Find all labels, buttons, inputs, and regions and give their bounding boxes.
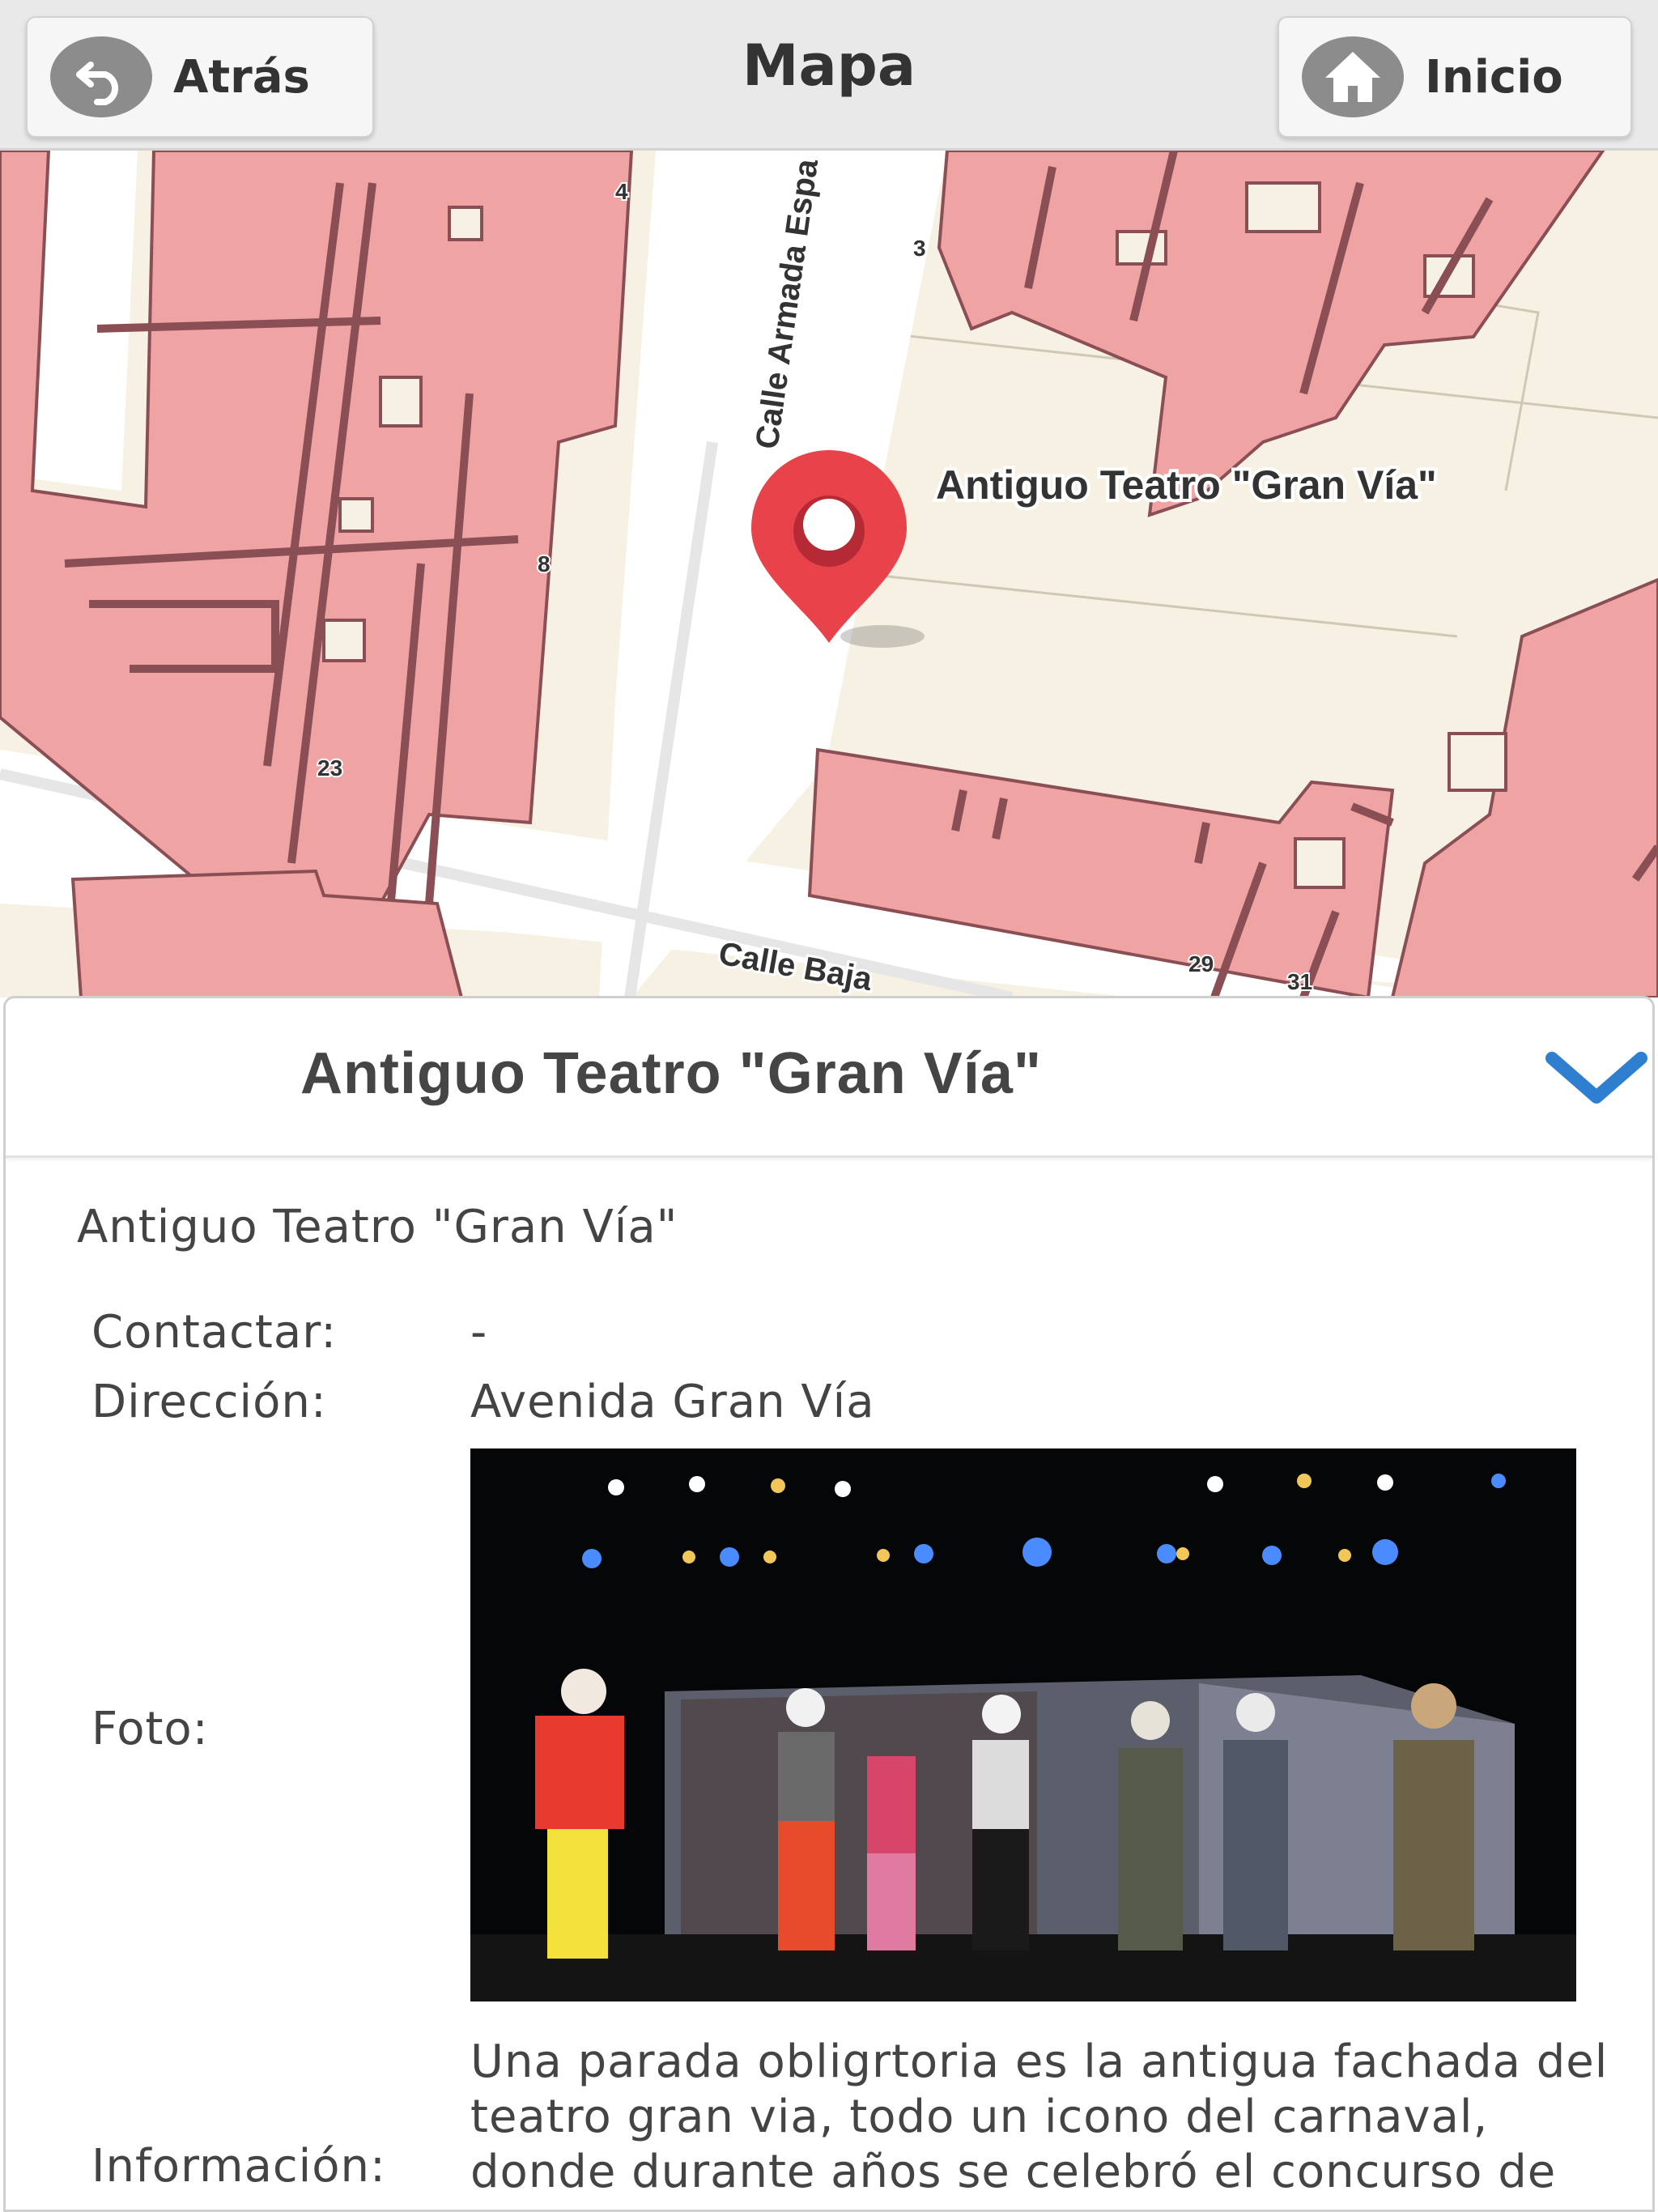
address-label: Dirección: [91,1376,327,1428]
detail-subtitle: Antiguo Teatro "Gran Vía" [77,1201,678,1253]
house-number: 4 [615,179,628,204]
detail-panel-header[interactable]: Antiguo Teatro "Gran Vía" [6,998,1652,1158]
app-screen: Atrás Mapa Inicio Calle Armada Espa Call… [0,0,1658,2212]
info-label: Información: [91,2140,386,2193]
detail-panel: Antiguo Teatro "Gran Vía" Antiguo Teatro… [3,996,1655,2212]
house-number: 3 [913,236,926,261]
marker-label: Antiguo Teatro "Gran Vía" [936,462,1437,508]
contact-label: Contactar: [91,1306,338,1359]
photo-label: Foto: [91,1703,209,1755]
home-button-label: Inicio [1425,50,1563,104]
map-canvas: Calle Armada Espa Calle Baja 4 3 8 23 29… [0,151,1658,998]
house-number: 31 [1287,969,1312,994]
theater-photo[interactable] [470,1448,1576,2001]
house-number: 29 [1188,951,1214,976]
contact-value: - [470,1306,488,1359]
address-value: Avenida Gran Vía [470,1376,875,1428]
detail-title: Antiguo Teatro "Gran Vía" [300,1041,1042,1106]
map-view[interactable]: Calle Armada Espa Calle Baja 4 3 8 23 29… [0,151,1658,998]
top-bar: Atrás Mapa Inicio [0,0,1658,151]
home-icon [1302,36,1404,117]
info-value: Una parada obligrtoria es la antigua fac… [470,2035,1609,2198]
house-number: 8 [538,551,551,576]
home-button[interactable]: Inicio [1278,16,1632,138]
house-number: 23 [317,755,342,781]
chevron-down-icon[interactable] [1544,1047,1649,1112]
